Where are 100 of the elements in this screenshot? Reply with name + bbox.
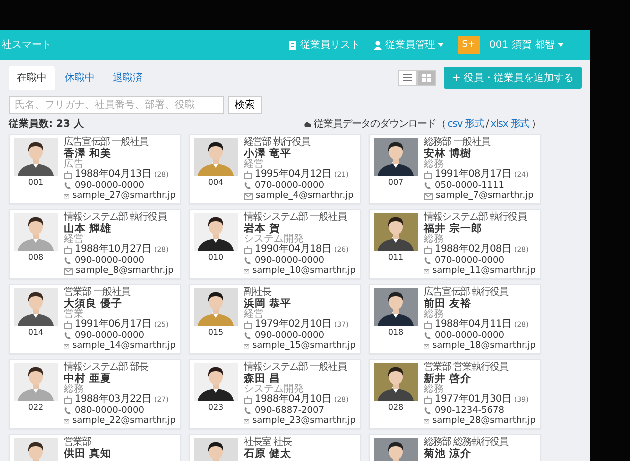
employee-name[interactable]: 大須良 優子: [64, 298, 176, 310]
mail-icon: [424, 343, 430, 350]
download-link[interactable]: csv 形式: [448, 117, 484, 131]
phone-number: 000-0000-0000: [435, 330, 504, 341]
cake-icon: [64, 396, 72, 404]
department-text: 情報システム部 一般社員: [244, 213, 348, 223]
status-tab[interactable]: 休職中: [57, 66, 103, 90]
phone-number: 090-6887-2007: [255, 406, 324, 416]
birthday-text: 1979年02月10日: [255, 320, 332, 331]
job-title: 経営: [244, 310, 264, 320]
employee-name[interactable]: 前田 友裕: [424, 298, 536, 310]
employee-name[interactable]: 小澤 竜平: [244, 148, 354, 160]
job-title: 経営: [244, 160, 264, 170]
employee-name[interactable]: 中村 亜夏: [64, 374, 176, 385]
phone-number: 090-0000-0000: [255, 330, 324, 341]
mail-icon: [244, 268, 250, 276]
department-text: 副社長: [244, 288, 273, 298]
job-title: システム開発: [244, 384, 304, 395]
phone-number: 070-0000-0000: [255, 180, 324, 191]
status-tab[interactable]: 在職中: [9, 66, 55, 90]
search-button[interactable]: 検索: [228, 96, 262, 114]
cake-icon: [424, 321, 432, 330]
department-text: 営業部: [64, 438, 92, 448]
cake-icon: [64, 171, 72, 180]
department-text: 情報システム部 執行役員: [64, 213, 168, 223]
email-address: sample_18@smarthr.jp: [432, 341, 536, 352]
department-text: 社長室 社長: [244, 438, 292, 448]
email-address: sample_28@smarthr.jp: [432, 416, 536, 427]
cake-icon: [64, 246, 72, 254]
email-address: sample_7@smarthr.jp: [436, 191, 534, 202]
phone-icon: [64, 332, 72, 340]
download-link[interactable]: xlsx 形式: [490, 117, 530, 131]
person-icon: [374, 40, 382, 50]
employee-number: 014: [28, 328, 44, 339]
department-text: 総務部 一般社員: [424, 138, 492, 148]
job-title: 総務: [424, 160, 444, 170]
email-address: sample_27@smarthr.jp: [72, 191, 176, 202]
phone-icon: [424, 407, 432, 416]
job-title: 総務: [424, 384, 444, 395]
employee-number: 010: [208, 253, 224, 264]
job-title: 営業: [64, 310, 84, 320]
phone-icon: [424, 182, 432, 190]
employee-name[interactable]: 福井 宗一郎: [424, 224, 536, 235]
employee-number: 028: [388, 403, 404, 414]
cake-icon: [244, 246, 252, 254]
employee-name[interactable]: 菊池 涼介: [424, 448, 508, 460]
phone-number: 080-0000-0000: [75, 406, 144, 416]
phone-number: 050-0000-1111: [435, 180, 504, 191]
department-text: 広告宣伝部 一般社員: [64, 138, 150, 148]
employee-number: 011: [388, 253, 404, 264]
employee-number: 007: [388, 178, 404, 189]
department-text: 営業部 一般社員: [64, 288, 132, 298]
download-label: ）: [532, 118, 541, 131]
mail-icon: [64, 343, 70, 350]
employee-name[interactable]: 浜岡 恭平: [244, 298, 356, 310]
employee-name[interactable]: 香澤 和美: [64, 148, 176, 160]
phone-icon: [244, 257, 252, 266]
email-address: sample_23@smarthr.jp: [252, 416, 356, 427]
phone-number: 090-0000-0000: [75, 330, 144, 341]
list-icon: [289, 40, 298, 50]
employee-number: 023: [208, 403, 224, 414]
employee-name[interactable]: 安林 博樹: [424, 148, 534, 160]
employee-name[interactable]: 岩本 賀: [244, 224, 356, 235]
employee-card[interactable]: 社長室 社長 石原 健太: [189, 434, 361, 461]
email-address: sample_4@smarthr.jp: [256, 191, 354, 202]
mail-icon: [64, 418, 70, 426]
email-address: sample_14@smarthr.jp: [72, 341, 176, 352]
mail-icon: [64, 193, 70, 200]
separator: /: [486, 118, 489, 130]
employee-name[interactable]: 供田 真知: [64, 448, 112, 460]
list-view-button[interactable]: [398, 70, 418, 86]
caret-icon: [558, 43, 564, 47]
phone-number: 070-0000-0000: [435, 256, 504, 266]
employee-number: 008: [28, 253, 44, 264]
job-title: システム開発: [244, 234, 304, 245]
employee-number: 022: [28, 403, 44, 414]
cake-icon: [64, 321, 72, 330]
department-text: 情報システム部 執行役員: [424, 213, 528, 223]
phone-icon: [244, 182, 252, 190]
employee-number: 001: [28, 178, 44, 189]
email-address: sample_10@smarthr.jp: [252, 266, 356, 277]
birthday-text: 1988年03月22日: [75, 395, 152, 406]
status-tab[interactable]: 退職済: [105, 66, 151, 90]
mail-icon: [424, 268, 430, 276]
search-field[interactable]: 氏名、フリガナ、社員番号、部署、役職: [9, 96, 224, 114]
birthday-text: 1988年04月10日: [255, 395, 332, 406]
phone-number: 090-1234-5678: [435, 406, 504, 416]
employee-number: 004: [208, 178, 224, 189]
email-address: sample_8@smarthr.jp: [76, 266, 174, 277]
employee-name[interactable]: 石原 健太: [244, 448, 292, 460]
employee-card[interactable]: 営業部 供田 真知: [9, 434, 181, 461]
job-title: 経営: [64, 234, 84, 245]
mail-icon: [244, 418, 250, 426]
employee-card[interactable]: 総務部 総務執行役員 菊池 涼介: [369, 434, 541, 461]
job-title: 広告: [64, 160, 84, 170]
employee-name[interactable]: 新井 啓介: [424, 374, 536, 385]
cake-icon: [244, 321, 252, 330]
department-text: 広告宣伝部 執行役員: [424, 288, 510, 298]
employee-name[interactable]: 森田 昌: [244, 374, 356, 385]
employee-name[interactable]: 山本 輝雄: [64, 224, 174, 235]
